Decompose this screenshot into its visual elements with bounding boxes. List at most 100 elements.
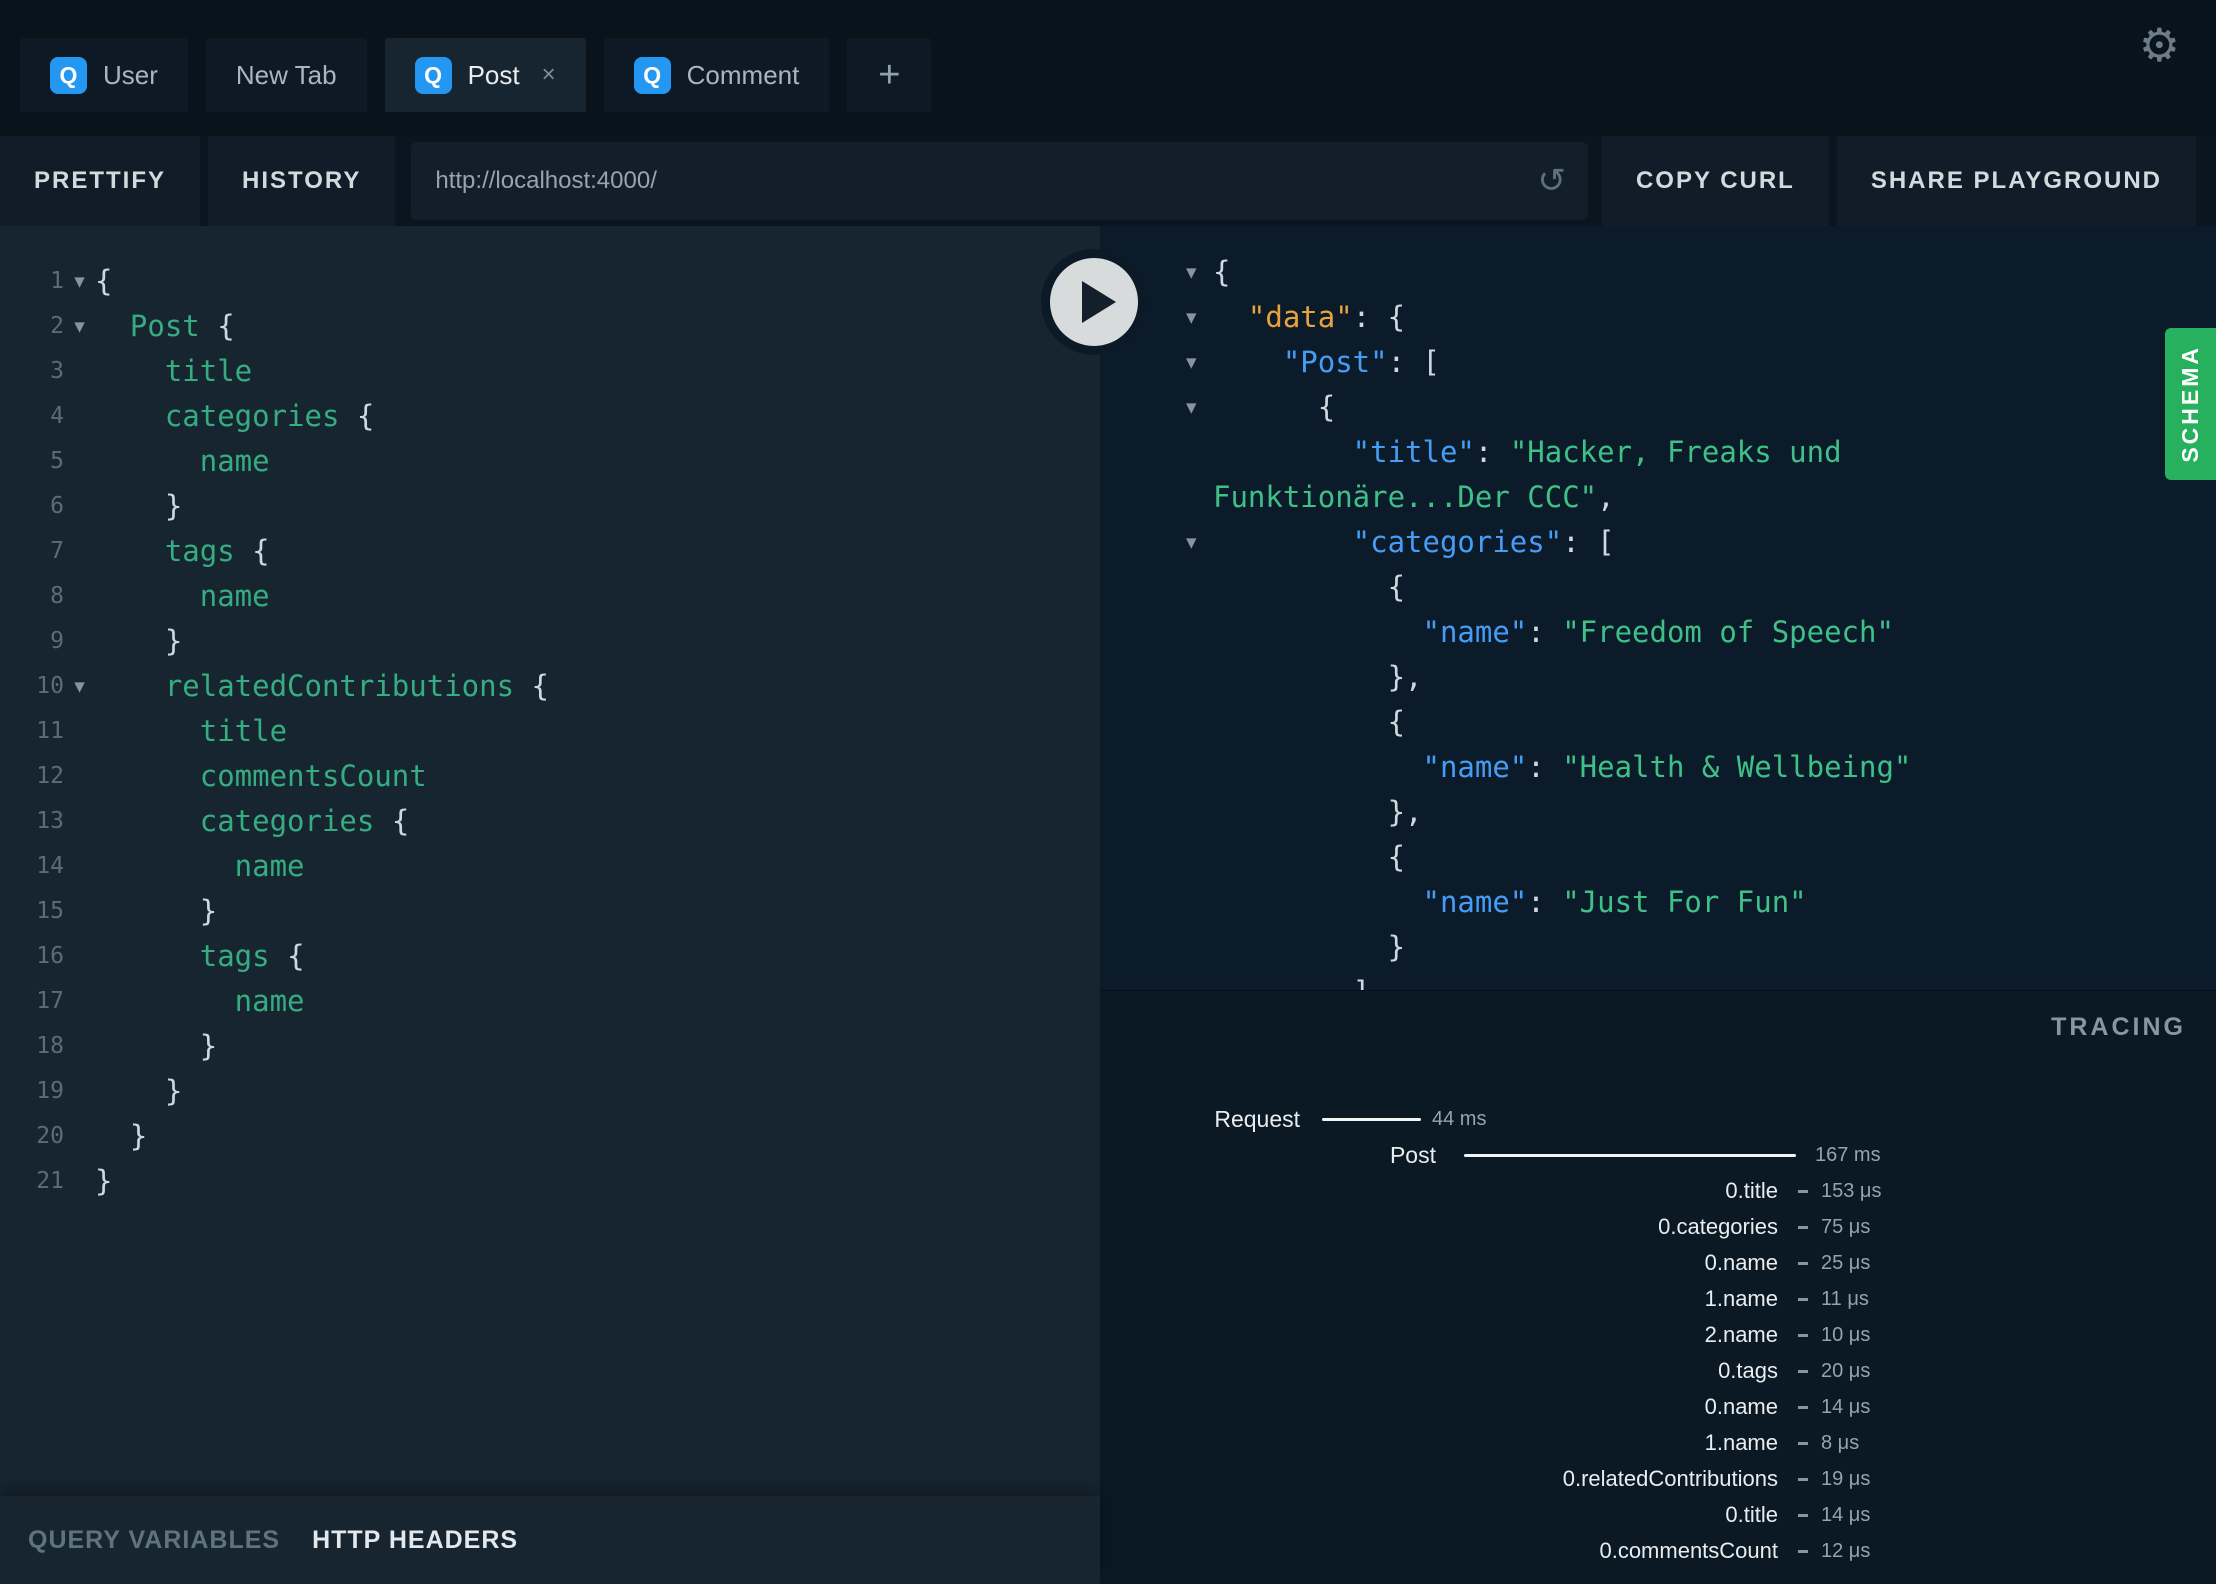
http-headers-tab[interactable]: HTTP HEADERS	[312, 1526, 518, 1555]
tab-new-tab[interactable]: New Tab	[205, 38, 367, 112]
response-line: },	[1180, 655, 2216, 700]
query-editor-lines: 1 ▾{2 ▾ Post {3 title 4 categories {5 name 6…	[0, 259, 1100, 1204]
trace-label: Request	[1214, 1106, 1300, 1132]
schema-tab[interactable]: SCHEMA	[2165, 328, 2216, 480]
settings-gear-icon[interactable]: ⚙	[2139, 22, 2180, 68]
trace-dash-icon	[1798, 1514, 1808, 1517]
endpoint-url-field[interactable]: http://localhost:4000/ ↺	[411, 142, 1588, 220]
close-tab-icon[interactable]: ×	[542, 61, 556, 89]
code-token: {	[217, 309, 235, 343]
editor-line: 8 name	[0, 574, 1100, 619]
fold-gutter	[64, 1024, 95, 1069]
code-text: "data": {	[1213, 295, 1405, 340]
code-token: "data"	[1213, 300, 1353, 334]
fold-arrow-icon[interactable]: ▾	[1180, 250, 1213, 295]
trace-duration: 153 μs	[1821, 1180, 1882, 1202]
code-token: {	[1213, 570, 1406, 604]
fold-arrow-icon[interactable]: ▾	[1180, 295, 1213, 340]
code-token: relatedContributions	[95, 669, 532, 703]
trace-dash-icon	[1798, 1478, 1808, 1481]
editor-line: 14 name	[0, 844, 1100, 889]
share-playground-button[interactable]: SHARE PLAYGROUND	[1836, 136, 2196, 226]
query-variables-tab[interactable]: QUERY VARIABLES	[28, 1526, 280, 1555]
copy-curl-button[interactable]: COPY CURL	[1601, 136, 1829, 226]
trace-row: 2.name 10 μs	[1100, 1317, 2216, 1353]
trace-row: 0.name 25 μs	[1100, 1245, 2216, 1281]
fold-gutter	[64, 979, 95, 1024]
trace-duration: 44 ms	[1432, 1108, 1487, 1130]
response-line: "title": "Hacker, Freaks und	[1180, 430, 2216, 475]
code-token: {	[287, 939, 305, 973]
line-number: 7	[50, 538, 64, 564]
code-text: {	[1213, 565, 1405, 610]
trace-row: 0.commentsCount 12 μs	[1100, 1533, 2216, 1569]
fold-arrow-icon[interactable]: ▾	[1180, 385, 1213, 430]
fold-arrow-icon[interactable]: ▾	[64, 304, 95, 349]
query-badge-icon: Q	[414, 56, 452, 94]
tabs: Q User New Tab Q Post × Q Comment +	[20, 38, 932, 112]
code-token: {	[95, 264, 113, 298]
trace-label: 0.commentsCount	[1599, 1538, 1778, 1563]
fold-arrow-icon[interactable]: ▾	[1180, 340, 1213, 385]
code-token: }	[95, 1119, 148, 1153]
line-number: 6	[50, 493, 64, 519]
fold-gutter	[1180, 790, 1213, 835]
response-line: "name": "Freedom of Speech"	[1180, 610, 2216, 655]
new-tab-button[interactable]: +	[847, 38, 932, 112]
editor-line: 21}	[0, 1159, 1100, 1204]
response-line: "name": "Just For Fun"	[1180, 880, 2216, 925]
tab-user[interactable]: Q User	[20, 38, 188, 112]
line-number: 5	[50, 448, 64, 474]
editor-line: 16 tags {	[0, 934, 1100, 979]
fold-arrow-icon[interactable]: ▾	[1180, 520, 1213, 565]
fold-gutter	[1180, 835, 1213, 880]
tab-post[interactable]: Q Post ×	[384, 38, 586, 112]
trace-dash-icon	[1798, 1334, 1808, 1337]
code-token: name	[95, 984, 305, 1018]
trace-duration-bar	[1322, 1118, 1421, 1121]
code-token: {	[1213, 705, 1406, 739]
editor-line: 5 name	[0, 439, 1100, 484]
trace-rows: Request 44 ms Post 167 ms 0.title 153 μs 0.cat…	[1100, 1101, 2216, 1569]
fold-arrow-icon[interactable]: ▾	[64, 664, 95, 709]
reload-icon[interactable]: ↺	[1537, 164, 1566, 198]
code-token: {	[356, 399, 375, 433]
code-token: "Just For Fun"	[1562, 885, 1807, 919]
line-number: 21	[36, 1168, 64, 1194]
tab-comment[interactable]: Q Comment	[603, 38, 830, 112]
response-line: "name": "Health & Wellbeing"	[1180, 745, 2216, 790]
code-text: },	[1213, 655, 1423, 700]
code-token: commentsCount	[95, 759, 427, 793]
trace-duration: 14 μs	[1821, 1504, 1871, 1526]
response-pane: ▾{▾ "data": {▾ "Post": [▾ { "title": "Ha…	[1100, 226, 2216, 990]
editor-line: 3 title	[0, 349, 1100, 394]
code-token: : [	[1387, 345, 1440, 379]
editor-line: 11 title	[0, 709, 1100, 754]
trace-label: 0.title	[1725, 1178, 1778, 1203]
fold-gutter	[64, 529, 95, 574]
prettify-button[interactable]: PRETTIFY	[0, 136, 201, 226]
query-editor[interactable]: 1 ▾{2 ▾ Post {3 title 4 categories {5 name 6…	[0, 226, 1100, 1496]
code-token: categories	[95, 399, 357, 433]
trace-label: 0.title	[1725, 1502, 1778, 1527]
editor-line: 19 }	[0, 1069, 1100, 1114]
trace-duration: 14 μs	[1821, 1396, 1871, 1418]
code-text: }	[95, 889, 217, 934]
editor-line: 13 categories {	[0, 799, 1100, 844]
line-number: 14	[36, 853, 64, 879]
execute-button[interactable]	[1041, 249, 1147, 355]
editor-line: 2 ▾ Post {	[0, 304, 1100, 349]
trace-label: 0.categories	[1658, 1214, 1778, 1239]
fold-gutter	[64, 1114, 95, 1159]
editor-line: 17 name	[0, 979, 1100, 1024]
code-token: },	[1213, 795, 1423, 829]
history-button[interactable]: HISTORY	[208, 136, 396, 226]
code-text: tags {	[95, 934, 305, 979]
trace-label: 1.name	[1704, 1286, 1778, 1311]
code-text: }	[95, 1024, 217, 1069]
fold-arrow-icon[interactable]: ▾	[64, 259, 95, 304]
trace-duration: 10 μs	[1821, 1324, 1871, 1346]
code-text: {	[95, 259, 112, 304]
line-number: 12	[36, 763, 64, 789]
tracing-title: TRACING	[2051, 1013, 2186, 1041]
